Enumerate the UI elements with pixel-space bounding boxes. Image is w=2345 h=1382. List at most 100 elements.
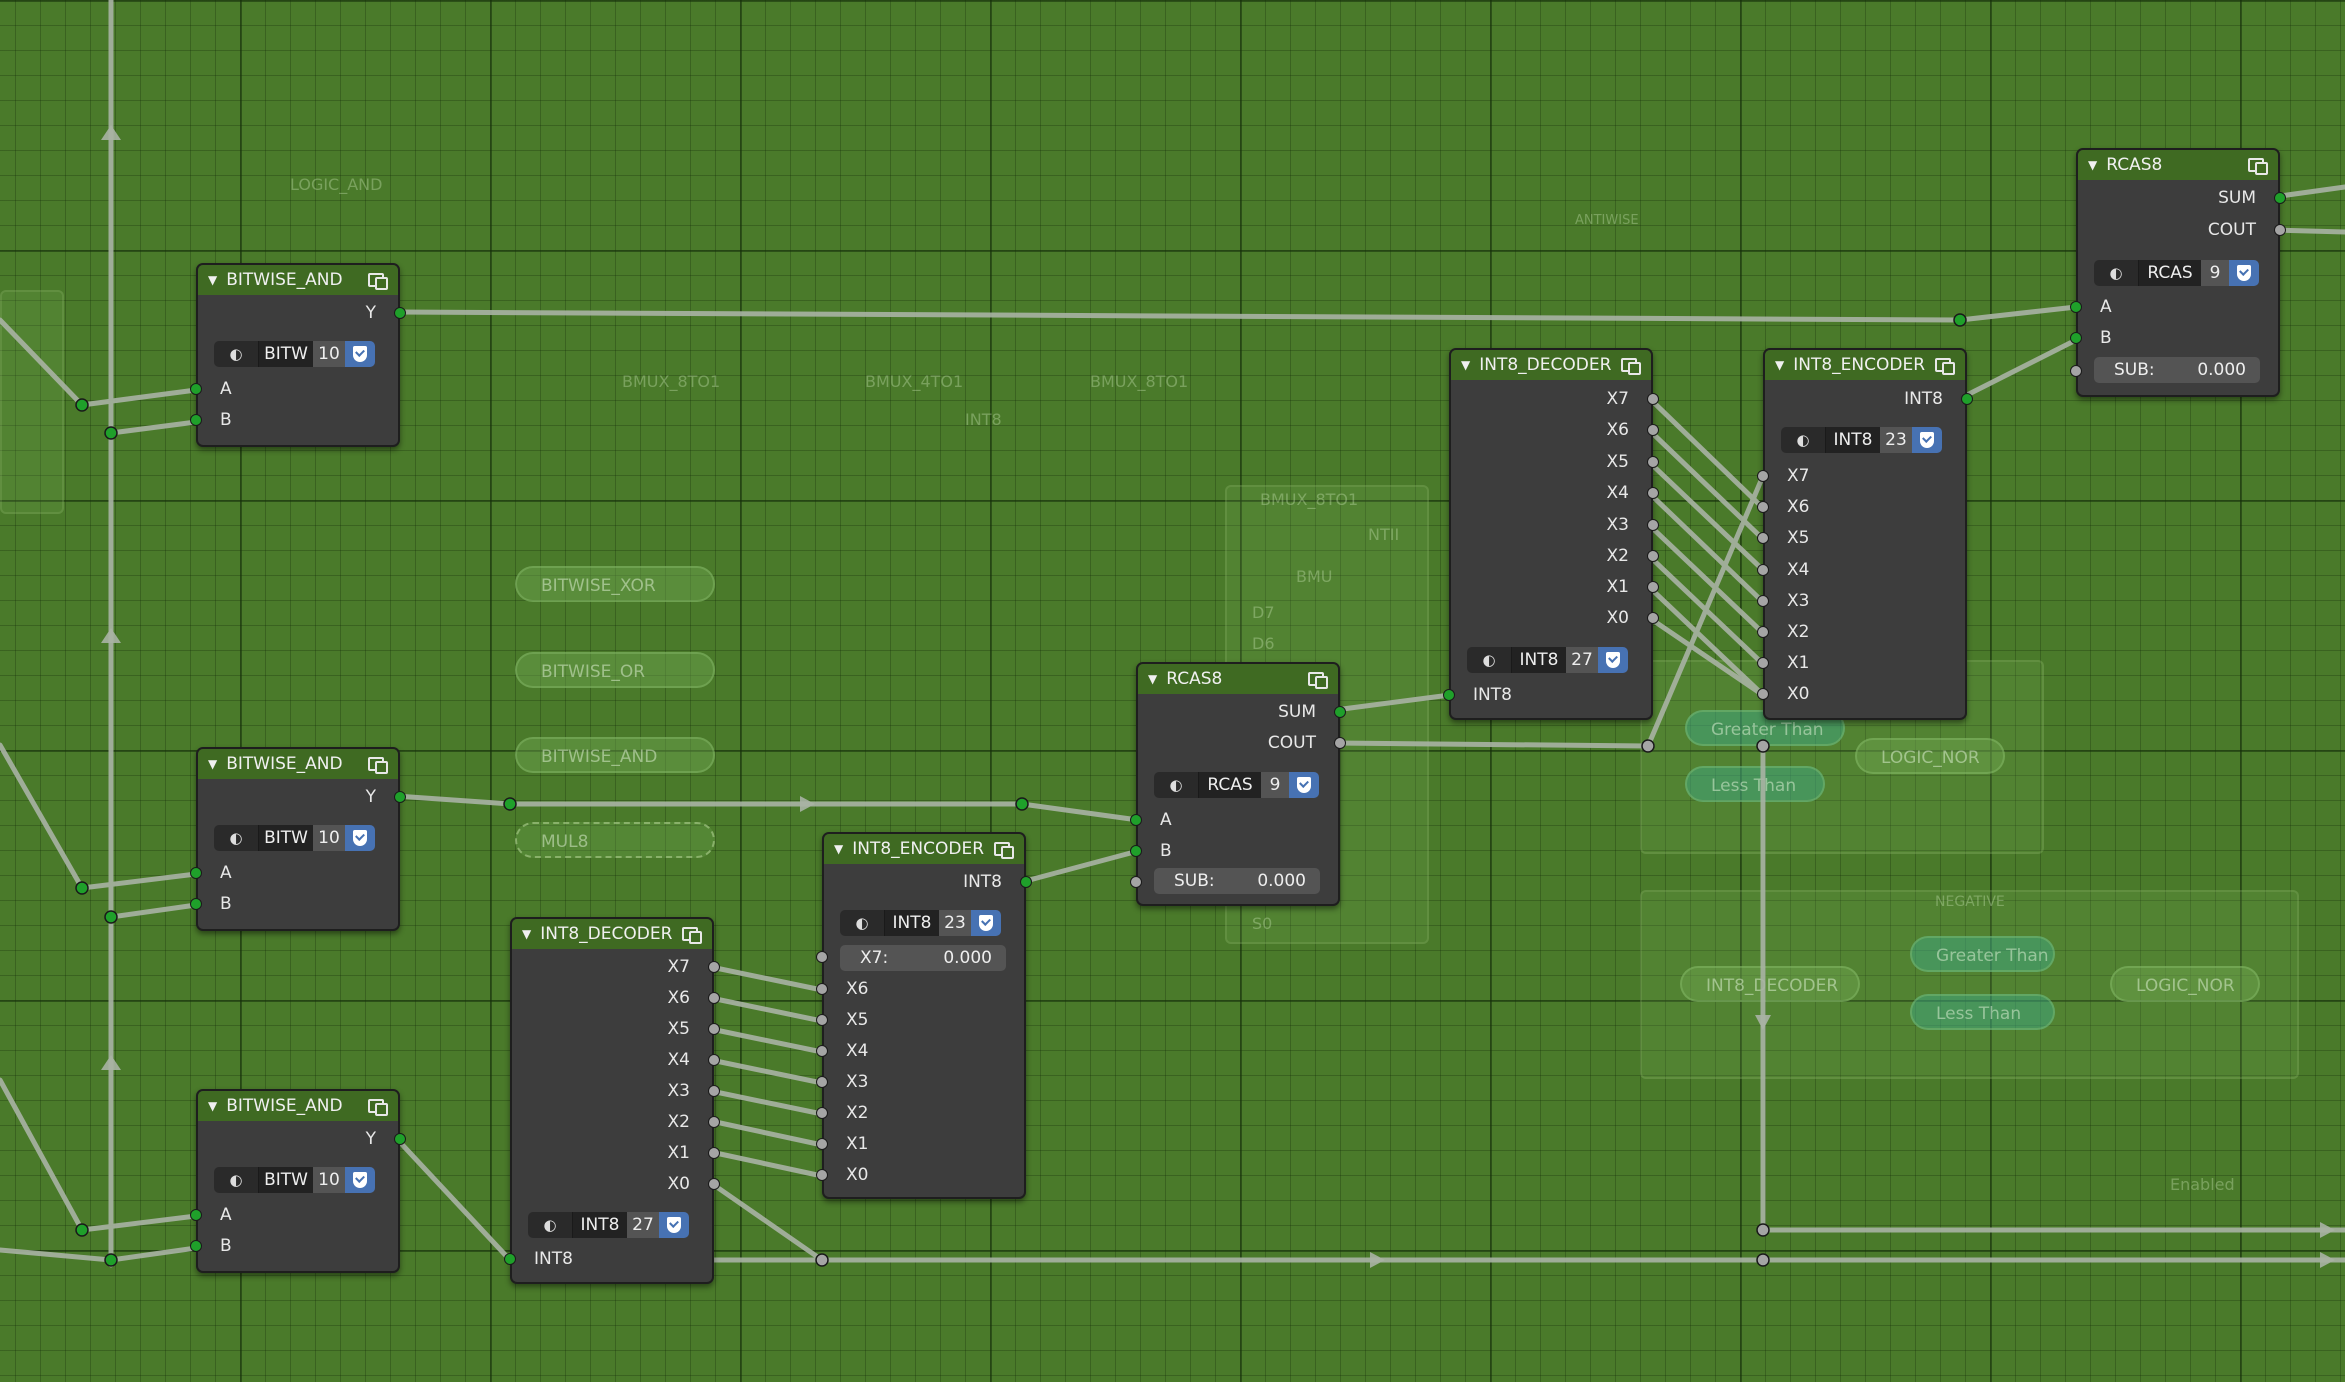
fake-user-button[interactable] (971, 910, 1001, 936)
sub-value-field[interactable]: SUB: 0.000 (2094, 357, 2260, 383)
input-socket-int8[interactable] (1443, 689, 1455, 701)
selector-name[interactable]: RCAS (2139, 260, 2201, 286)
output-socket-x6[interactable] (1647, 424, 1659, 436)
input-socket-b[interactable] (190, 1240, 202, 1252)
input-socket-x4[interactable] (1757, 564, 1769, 576)
group-selector[interactable]: ◐ BITW 10 (214, 825, 375, 851)
selector-name[interactable]: BITW (259, 341, 313, 367)
node-int8-decoder-2[interactable]: ▼ INT8_DECODER X7 X6 X5 X4 X3 X2 X1 X0 ◐… (1443, 348, 1659, 720)
output-socket-cout[interactable] (1334, 737, 1346, 749)
collapse-arrow-icon[interactable]: ▼ (1461, 358, 1470, 372)
node-menu-icon[interactable] (368, 1097, 388, 1116)
input-socket-b[interactable] (1130, 845, 1142, 857)
node-bitwise-and-2[interactable]: ▼ BITWISE_AND Y ◐ BITW 10 A B (190, 747, 406, 931)
output-socket-x0[interactable] (1647, 612, 1659, 624)
output-socket-int8[interactable] (1961, 393, 1973, 405)
input-socket-a[interactable] (1130, 814, 1142, 826)
selector-name[interactable]: BITW (259, 825, 313, 851)
user-count[interactable]: 9 (1261, 772, 1289, 798)
selector-name[interactable]: INT8 (573, 1212, 627, 1238)
input-socket-int8[interactable] (504, 1253, 516, 1265)
output-socket-x0[interactable] (708, 1178, 720, 1190)
selector-name[interactable]: RCAS (1199, 772, 1261, 798)
input-socket-x6[interactable] (1757, 501, 1769, 513)
input-socket-x1[interactable] (816, 1138, 828, 1150)
output-socket-x5[interactable] (1647, 456, 1659, 468)
output-socket-x3[interactable] (708, 1085, 720, 1097)
fake-user-button[interactable] (345, 1167, 375, 1193)
input-socket-a[interactable] (190, 867, 202, 879)
node-menu-icon[interactable] (1621, 356, 1641, 375)
group-selector[interactable]: ◐ BITW 10 (214, 341, 375, 367)
collapse-arrow-icon[interactable]: ▼ (2088, 158, 2097, 172)
node-menu-icon[interactable] (368, 755, 388, 774)
fake-user-button[interactable] (345, 341, 375, 367)
node-int8-encoder-2[interactable]: ▼ INT8_ENCODER INT8 ◐ INT8 23 X7 X6 X5 X… (1757, 348, 1973, 720)
node-menu-icon[interactable] (682, 925, 702, 944)
input-socket-x7[interactable] (816, 951, 828, 963)
output-socket-sum[interactable] (2274, 192, 2286, 204)
input-socket-b[interactable] (190, 898, 202, 910)
input-socket-a[interactable] (190, 1209, 202, 1221)
user-count[interactable]: 10 (313, 341, 345, 367)
selector-name[interactable]: INT8 (885, 910, 939, 936)
output-socket-sum[interactable] (1334, 706, 1346, 718)
output-socket-x5[interactable] (708, 1023, 720, 1035)
group-selector[interactable]: ◐ INT8 23 (1781, 427, 1942, 453)
globe-icon[interactable]: ◐ (1781, 427, 1826, 453)
output-socket-x6[interactable] (708, 992, 720, 1004)
input-socket-sub[interactable] (2070, 365, 2082, 377)
user-count[interactable]: 27 (627, 1212, 659, 1238)
output-socket-x4[interactable] (1647, 487, 1659, 499)
globe-icon[interactable]: ◐ (2094, 260, 2139, 286)
selector-name[interactable]: INT8 (1826, 427, 1880, 453)
group-selector[interactable]: ◐ BITW 10 (214, 1167, 375, 1193)
collapse-arrow-icon[interactable]: ▼ (208, 273, 217, 287)
input-socket-x0[interactable] (1757, 688, 1769, 700)
output-socket-y[interactable] (394, 1133, 406, 1145)
output-socket-int8[interactable] (1020, 876, 1032, 888)
output-socket-cout[interactable] (2274, 224, 2286, 236)
globe-icon[interactable]: ◐ (214, 825, 259, 851)
user-count[interactable]: 9 (2201, 260, 2229, 286)
collapse-arrow-icon[interactable]: ▼ (1775, 358, 1784, 372)
group-selector[interactable]: ◐ RCAS 9 (2094, 260, 2259, 286)
node-menu-icon[interactable] (2248, 156, 2268, 175)
output-socket-x2[interactable] (1647, 550, 1659, 562)
input-socket-a[interactable] (2070, 301, 2082, 313)
output-socket-y[interactable] (394, 791, 406, 803)
output-socket-x2[interactable] (708, 1116, 720, 1128)
input-socket-x4[interactable] (816, 1045, 828, 1057)
user-count[interactable]: 27 (1566, 647, 1598, 673)
node-rcas8-1[interactable]: ▼ RCAS8 SUM COUT ◐ RCAS 9 A B SUB: 0.000 (1130, 662, 1346, 906)
input-socket-b[interactable] (190, 414, 202, 426)
input-socket-x3[interactable] (816, 1076, 828, 1088)
output-socket-x3[interactable] (1647, 519, 1659, 531)
output-socket-x4[interactable] (708, 1054, 720, 1066)
input-socket-x7[interactable] (1757, 470, 1769, 482)
group-selector[interactable]: ◐ INT8 27 (1467, 647, 1628, 673)
collapse-arrow-icon[interactable]: ▼ (522, 927, 531, 941)
output-socket-x1[interactable] (1647, 581, 1659, 593)
selector-name[interactable]: BITW (259, 1167, 313, 1193)
globe-icon[interactable]: ◐ (214, 341, 259, 367)
user-count[interactable]: 10 (313, 1167, 345, 1193)
collapse-arrow-icon[interactable]: ▼ (1148, 672, 1157, 686)
input-socket-x6[interactable] (816, 983, 828, 995)
fake-user-button[interactable] (2229, 260, 2259, 286)
input-socket-sub[interactable] (1130, 876, 1142, 888)
input-socket-x5[interactable] (816, 1014, 828, 1026)
sub-value-field[interactable]: SUB: 0.000 (1154, 868, 1320, 894)
group-selector[interactable]: ◐ RCAS 9 (1154, 772, 1319, 798)
output-socket-x1[interactable] (708, 1147, 720, 1159)
node-bitwise-and-1[interactable]: ▼ BITWISE_AND Y ◐ BITW 10 A B (190, 263, 406, 447)
collapse-arrow-icon[interactable]: ▼ (208, 1099, 217, 1113)
node-menu-icon[interactable] (994, 840, 1014, 859)
node-menu-icon[interactable] (1935, 356, 1955, 375)
collapse-arrow-icon[interactable]: ▼ (208, 757, 217, 771)
selector-name[interactable]: INT8 (1512, 647, 1566, 673)
globe-icon[interactable]: ◐ (1467, 647, 1512, 673)
user-count[interactable]: 23 (939, 910, 971, 936)
fake-user-button[interactable] (1912, 427, 1942, 453)
fake-user-button[interactable] (345, 825, 375, 851)
